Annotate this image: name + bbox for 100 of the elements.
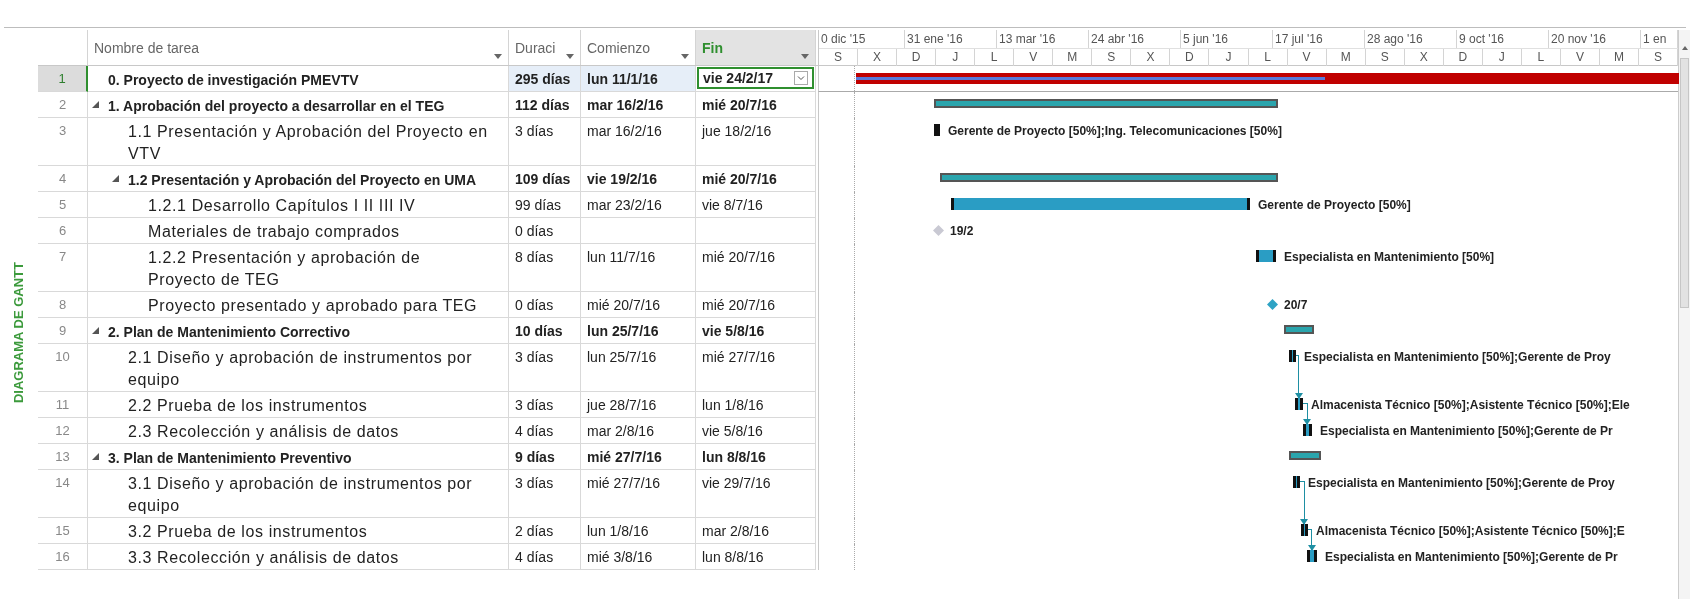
duration-cell: 109 días — [509, 166, 581, 192]
task-name: 3. Plan de Mantenimiento Preventivo — [108, 450, 352, 466]
start-date-cell: mar 23/2/16 — [581, 192, 696, 218]
duration-cell: 3 días — [509, 344, 581, 392]
row-number[interactable]: 10 — [38, 344, 88, 392]
row-number[interactable]: 11 — [38, 392, 88, 418]
column-header[interactable]: Fin — [696, 30, 816, 65]
row-number[interactable]: 5 — [38, 192, 88, 218]
task-bar[interactable] — [1301, 524, 1308, 536]
row-number[interactable]: 7 — [38, 244, 88, 292]
task-name: 2. Plan de Mantenimiento Correctivo — [108, 324, 350, 340]
task-name: Materiales de trabajo comprados — [148, 223, 400, 240]
timescale-date: 20 nov '16 — [1549, 30, 1641, 48]
task-bar[interactable] — [1307, 550, 1317, 562]
duration-cell: 99 días — [509, 192, 581, 218]
scrollbar-thumb[interactable] — [1680, 58, 1689, 308]
end-date-cell: mié 20/7/16 — [696, 292, 816, 318]
end-date-cell: mié 20/7/16 — [696, 92, 816, 118]
timescale-date: 31 ene '16 — [905, 30, 997, 48]
outline-toggle-icon[interactable] — [92, 101, 99, 108]
task-name: 0. Proyecto de investigación PMEVTV — [108, 72, 359, 88]
timescale-day: X — [858, 49, 898, 66]
row-number[interactable]: 16 — [38, 544, 88, 570]
timescale-date: 28 ago '16 — [1365, 30, 1457, 48]
row-number[interactable]: 12 — [38, 418, 88, 444]
timescale-day: S — [1365, 49, 1405, 66]
task-bar[interactable] — [1289, 350, 1296, 362]
timescale-day: V — [1287, 49, 1327, 66]
start-date-cell: mié 3/8/16 — [581, 544, 696, 570]
filter-arrow-icon[interactable] — [494, 54, 502, 59]
row-number[interactable]: 4 — [38, 166, 88, 192]
row-number[interactable]: 2 — [38, 92, 88, 118]
timescale-date: 13 mar '16 — [997, 30, 1089, 48]
timescale-date: 5 jun '16 — [1181, 30, 1273, 48]
row-number[interactable]: 8 — [38, 292, 88, 318]
row-number[interactable]: 6 — [38, 218, 88, 244]
milestone-diamond-icon[interactable] — [1267, 299, 1278, 310]
bar-label: Almacenista Técnico [50%];Asistente Técnico [50%];E — [1316, 523, 1625, 540]
task-name: 3.1 Diseño y aprobación de instrumentos por equipo — [128, 475, 473, 514]
bar-label: 19/2 — [950, 223, 974, 240]
summary-bar[interactable] — [1284, 325, 1314, 334]
task-bar[interactable] — [1256, 250, 1276, 262]
start-date-cell: lun 25/7/16 — [581, 344, 696, 392]
timescale-day: S — [1092, 49, 1132, 66]
task-name: 2.2 Prueba de los instrumentos — [128, 397, 368, 414]
timescale-day: J — [1482, 49, 1522, 66]
end-date-cell: mar 2/8/16 — [696, 518, 816, 544]
task-name: 1.2.1 Desarrollo Capítulos I II III IV — [148, 197, 416, 214]
task-name: 2.1 Diseño y aprobación de instrumentos por equipo — [128, 349, 473, 388]
task-name: 3.2 Prueba de los instrumentos — [128, 523, 368, 540]
start-date-cell: lun 1/8/16 — [581, 518, 696, 544]
row-number[interactable]: 15 — [38, 518, 88, 544]
row-number[interactable]: 9 — [38, 318, 88, 344]
end-date-field[interactable]: vie 24/2/17 — [697, 67, 814, 89]
task-name: 1.1 Presentación y Aprobación del Proyecto en VTV — [128, 123, 488, 162]
task-bar[interactable] — [1293, 476, 1300, 488]
end-date-cell: jue 18/2/16 — [696, 118, 816, 166]
start-date-cell: mar 16/2/16 — [581, 118, 696, 166]
start-date-cell: lun 11/1/16 — [581, 66, 696, 92]
summary-bar[interactable] — [934, 99, 1278, 108]
filter-arrow-icon[interactable] — [566, 54, 574, 59]
timescale-day: D — [1443, 49, 1483, 66]
duration-cell: 3 días — [509, 470, 581, 518]
task-bar[interactable] — [1295, 398, 1303, 410]
timescale-date: 0 dic '15 — [819, 30, 905, 48]
row-number[interactable]: 1 — [38, 66, 88, 92]
outline-toggle-icon[interactable] — [92, 453, 99, 460]
row-number[interactable]: 13 — [38, 444, 88, 470]
duration-cell: 112 días — [509, 92, 581, 118]
duration-cell: 0 días — [509, 218, 581, 244]
duration-cell: 295 días — [509, 66, 581, 92]
bar-label: Gerente de Proyecto [50%] — [1258, 197, 1411, 214]
start-date-cell: mar 2/8/16 — [581, 418, 696, 444]
task-name: 3.3 Recolección y análisis de datos — [128, 549, 399, 566]
row-number[interactable]: 14 — [38, 470, 88, 518]
column-header[interactable]: Nombre de tarea — [88, 30, 509, 65]
duration-cell: 8 días — [509, 244, 581, 292]
timescale-day: M — [1053, 49, 1093, 66]
duration-cell: 4 días — [509, 418, 581, 444]
filter-arrow-icon[interactable] — [681, 54, 689, 59]
outline-toggle-icon[interactable] — [92, 327, 99, 334]
column-header[interactable]: Duraci — [509, 30, 581, 65]
summary-bar[interactable] — [1289, 451, 1321, 460]
timescale-day: J — [936, 49, 976, 66]
timescale-day: M — [1599, 49, 1639, 66]
timescale-day: S — [819, 49, 859, 66]
summary-bar[interactable] — [940, 173, 1278, 182]
duration-cell: 9 días — [509, 444, 581, 470]
outline-toggle-icon[interactable] — [112, 175, 119, 182]
end-date-cell: mié 20/7/16 — [696, 244, 816, 292]
start-date-cell: jue 28/7/16 — [581, 392, 696, 418]
end-date-cell: vie 5/8/16 — [696, 418, 816, 444]
timescale-day: V — [1560, 49, 1600, 66]
task-bar[interactable] — [1303, 424, 1312, 436]
row-number[interactable]: 3 — [38, 118, 88, 166]
filter-arrow-icon[interactable] — [801, 54, 809, 59]
end-date-cell: mié 27/7/16 — [696, 344, 816, 392]
start-date-cell: vie 19/2/16 — [581, 166, 696, 192]
task-name: 1. Aprobación del proyecto a desarrollar en el TEG — [108, 98, 445, 114]
task-name: Proyecto presentado y aprobado para TEG — [148, 297, 478, 314]
